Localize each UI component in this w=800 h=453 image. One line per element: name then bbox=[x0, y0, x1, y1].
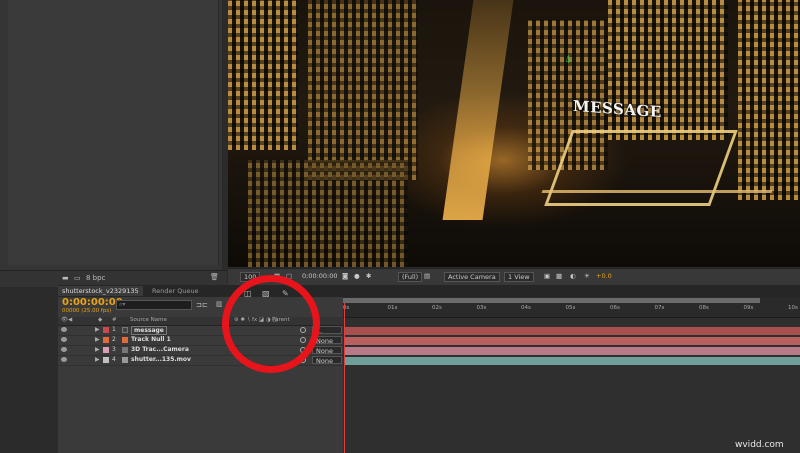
label-swatch[interactable] bbox=[103, 357, 109, 363]
anchor-icon: ⍋ bbox=[565, 52, 572, 65]
expand-triangle-icon[interactable]: ▶ bbox=[95, 336, 100, 343]
layer-search-input[interactable]: ⌕▾ bbox=[116, 300, 192, 310]
visibility-icon[interactable] bbox=[61, 337, 67, 342]
expand-triangle-icon[interactable]: ▶ bbox=[95, 356, 100, 363]
highlight-circle bbox=[222, 275, 320, 373]
trash-icon[interactable]: 🗑 bbox=[210, 273, 219, 281]
layer-name[interactable]: shutter...135.mov bbox=[131, 356, 191, 363]
color-channel-icon[interactable]: ✱ bbox=[366, 272, 371, 280]
viewer-timecode[interactable]: 0;00:00:00 bbox=[302, 272, 338, 280]
composition-icon[interactable]: ▭ bbox=[74, 274, 81, 282]
ruler-tick-label: 05s bbox=[565, 305, 576, 311]
camera-dropdown[interactable]: Active Camera bbox=[444, 272, 500, 282]
watermark-text: wvidd.com bbox=[735, 440, 784, 450]
exposure-value[interactable]: +0.0 bbox=[596, 272, 612, 280]
bpc-label[interactable]: 8 bpc bbox=[86, 274, 105, 282]
expand-triangle-icon[interactable]: ▶ bbox=[95, 346, 100, 353]
label-swatch[interactable] bbox=[103, 347, 109, 353]
parent-dropdown[interactable]: None bbox=[312, 356, 342, 365]
comp-mini-flowchart-icon[interactable]: ⊐⊏ bbox=[196, 301, 208, 309]
current-time-indicator[interactable] bbox=[344, 303, 345, 453]
current-time-display[interactable]: 0:00:00:00 bbox=[62, 297, 123, 308]
ruler-tick-label: 04s bbox=[521, 305, 531, 311]
project-panel bbox=[0, 0, 222, 270]
reset-exposure-icon[interactable]: ◐ bbox=[570, 272, 576, 280]
ruler-tick-label: 06s bbox=[610, 305, 620, 311]
text-layer-icon bbox=[122, 327, 128, 333]
label-column-icon: ◆ bbox=[98, 317, 103, 323]
project-list bbox=[8, 0, 219, 265]
layer-name[interactable]: 3D Trac...Camera bbox=[131, 346, 189, 353]
layer-number: 2 bbox=[112, 336, 116, 343]
layer-number: 3 bbox=[112, 346, 116, 353]
composition-viewer[interactable]: ⍋ MESSAGE bbox=[228, 0, 800, 267]
ruler-tick-label: 02s bbox=[432, 305, 442, 311]
ruler-tick-label: 08s bbox=[699, 305, 709, 311]
camera-layer-icon bbox=[122, 347, 128, 353]
visibility-icon[interactable] bbox=[61, 357, 67, 362]
source-name-header[interactable]: Source Name bbox=[130, 317, 167, 323]
folder-icon[interactable]: ▬ bbox=[62, 274, 69, 282]
layer-name[interactable]: message bbox=[131, 326, 167, 335]
visibility-icon[interactable] bbox=[61, 347, 67, 352]
layer-name[interactable]: Track Null 1 bbox=[131, 336, 171, 343]
layer-duration-bar[interactable] bbox=[345, 327, 800, 335]
layer-duration-bar[interactable] bbox=[345, 347, 800, 355]
draft-3d-icon[interactable]: ▥ bbox=[216, 300, 223, 308]
av-features-icon: 👁◀ bbox=[61, 317, 73, 323]
fast-preview-icon[interactable]: ▤ bbox=[424, 272, 430, 280]
ruler-tick-label: 07s bbox=[654, 305, 665, 311]
number-column-icon: # bbox=[112, 317, 117, 323]
exposure-icon[interactable]: ☀ bbox=[584, 272, 590, 280]
label-swatch[interactable] bbox=[103, 327, 109, 333]
transparency-grid-icon[interactable]: ▩ bbox=[556, 272, 562, 280]
view-layout-dropdown[interactable]: 1 View bbox=[504, 272, 534, 282]
parent-dropdown[interactable]: None bbox=[312, 346, 342, 355]
work-area-bar[interactable] bbox=[343, 298, 760, 303]
tab-render-queue[interactable]: Render Queue bbox=[148, 286, 203, 296]
timeline-graph-area[interactable] bbox=[343, 297, 800, 453]
layer-duration-bar[interactable] bbox=[345, 337, 800, 345]
layer-duration-bar[interactable] bbox=[345, 357, 800, 365]
frame-rate-display: 00000 (25.00 fps) bbox=[62, 308, 112, 314]
label-swatch[interactable] bbox=[103, 337, 109, 343]
viewer-toolbar: 100 ▦ ▢ 0;00:00:00 ◙ ● ✱ (Full) ▤ Active… bbox=[228, 268, 800, 285]
null-layer-icon bbox=[122, 337, 128, 343]
camera-icon[interactable]: ◙ bbox=[342, 272, 348, 280]
tab-composition[interactable]: shutterstock_v2329135 bbox=[58, 286, 143, 296]
toggle-pixel-icon[interactable]: ▣ bbox=[544, 272, 550, 280]
expand-triangle-icon[interactable]: ▶ bbox=[95, 326, 100, 333]
ruler-tick-label: 03s bbox=[476, 305, 487, 311]
resolution-dropdown[interactable]: (Full) bbox=[398, 272, 423, 282]
ruler-tick-label: 01s bbox=[387, 305, 398, 311]
footage-layer-icon bbox=[122, 357, 128, 363]
layer-number: 4 bbox=[112, 356, 116, 363]
ruler-tick-label: 09s bbox=[743, 305, 754, 311]
visibility-icon[interactable] bbox=[61, 327, 67, 332]
show-snapshot-icon[interactable]: ● bbox=[354, 272, 360, 280]
layer-number: 1 bbox=[112, 326, 116, 333]
ruler-tick-label: 10s bbox=[788, 305, 798, 311]
